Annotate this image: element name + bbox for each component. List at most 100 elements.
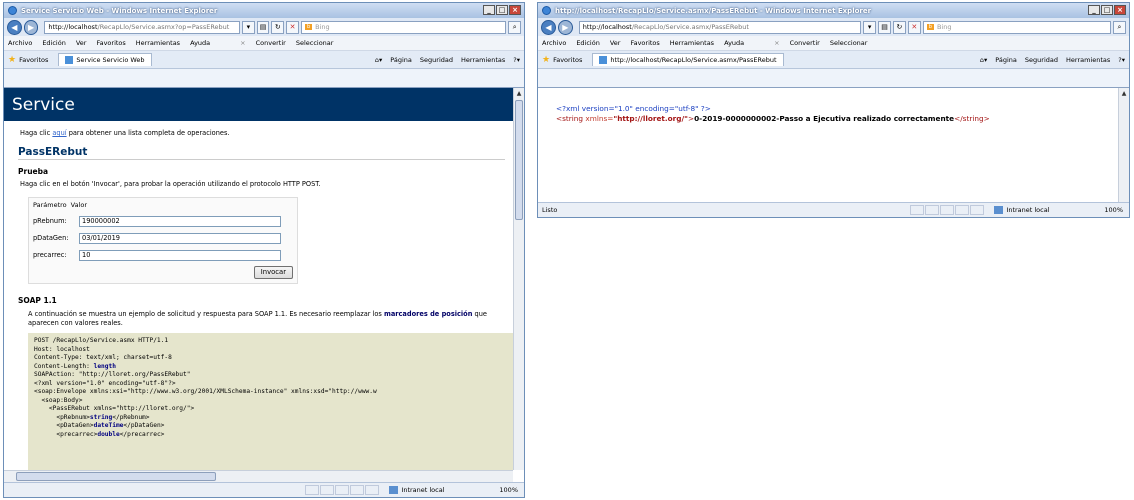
soap-text: A continuación se muestra un ejemplo de … (28, 310, 513, 328)
scroll-thumb[interactable] (16, 472, 216, 481)
security-zone: Intranet local (389, 486, 479, 494)
forward-button[interactable]: ▶ (557, 19, 573, 35)
code-line: POST /RecapLlo/Service.asmx HTTP/1.1 (34, 337, 169, 344)
menu-edicion[interactable]: Edición (42, 39, 66, 47)
menu-archivo[interactable]: Archivo (8, 39, 32, 47)
search-placeholder: Bing (936, 23, 952, 31)
menu-ver[interactable]: Ver (610, 39, 621, 47)
operations-link[interactable]: aquí (52, 129, 66, 137)
minimize-button[interactable]: _ (1088, 5, 1100, 15)
xml-attr-name: xmlns= (585, 114, 614, 123)
seleccionar-button[interactable]: Seleccionar (830, 39, 868, 47)
menu-ver[interactable]: Ver (76, 39, 87, 47)
invoke-button[interactable]: Invocar (253, 266, 293, 279)
address-bar[interactable]: http://localhost/RecapLlo/Service.asmx?o… (44, 20, 240, 34)
close-toolbar-icon[interactable]: × (774, 39, 779, 47)
home-icon[interactable]: ⌂▾ (980, 56, 987, 64)
help-icon[interactable]: ?▾ (1118, 56, 1125, 64)
code-line: <soap:Envelope xmlns:xsi="http://www.w3.… (34, 388, 377, 395)
convertir-button[interactable]: Convertir (256, 39, 286, 47)
menu-archivo[interactable]: Archivo (542, 39, 566, 47)
prebnum-input[interactable]: 190000002 (79, 216, 281, 227)
menu-pagina[interactable]: Página (390, 56, 412, 64)
menu-edicion[interactable]: Edición (576, 39, 600, 47)
close-button[interactable]: × (1114, 5, 1126, 15)
menu-herramientas-cmd[interactable]: Herramientas (1066, 56, 1110, 64)
ie-logo-icon (542, 6, 551, 15)
scroll-up-icon[interactable]: ▲ (514, 88, 524, 99)
menu-pagina[interactable]: Página (995, 56, 1017, 64)
code-text: </pDataGen> (123, 422, 165, 429)
soap-text-pre: A continuación se muestra un ejemplo de … (28, 310, 384, 318)
address-path: /RecapLlo/Service.asmx?op=PassERebut (97, 23, 230, 31)
scroll-up-icon[interactable]: ▲ (1119, 88, 1129, 99)
zoom-level[interactable]: 100% (499, 486, 518, 494)
maximize-button[interactable]: □ (1101, 5, 1113, 15)
convertir-button[interactable]: Convertir (790, 39, 820, 47)
tab-passerebut[interactable]: http://localhost/RecapLlo/Service.asmx/P… (592, 53, 784, 66)
tab-service[interactable]: Service Servicio Web (58, 53, 152, 66)
seleccionar-button[interactable]: Seleccionar (296, 39, 334, 47)
page-icon (65, 56, 74, 64)
favorites-button[interactable]: Favoritos (19, 56, 48, 64)
operation-title: PassERebut (18, 147, 505, 160)
close-button[interactable]: × (509, 5, 521, 15)
back-button[interactable]: ◀ (541, 19, 556, 35)
menu-herramientas[interactable]: Herramientas (136, 39, 180, 47)
menu-favoritos[interactable]: Favoritos (96, 39, 125, 47)
scroll-thumb[interactable] (515, 100, 523, 220)
precarrec-input[interactable]: 10 (79, 250, 281, 261)
home-icon[interactable]: ⌂▾ (375, 56, 382, 64)
menu-ayuda[interactable]: Ayuda (190, 39, 210, 47)
bing-icon: b (926, 24, 934, 30)
forward-button[interactable]: ▶ (23, 19, 39, 35)
address-bar[interactable]: http://localhost/RecapLlo/Service.asmx/P… (578, 20, 862, 34)
param-label: precarrec: (33, 251, 67, 259)
search-input[interactable]: b Bing (922, 20, 1112, 34)
search-icon[interactable]: ⌕ (1113, 20, 1126, 34)
status-bar: Listo Intranet local 100% (538, 202, 1129, 217)
placeholder-length: length (93, 362, 116, 370)
minimize-button[interactable]: _ (483, 5, 495, 15)
refresh-icon[interactable]: ↻ (892, 20, 906, 34)
favorites-button[interactable]: Favoritos (553, 56, 582, 64)
code-text: <precarrec> (34, 430, 98, 438)
maximize-button[interactable]: □ (496, 5, 508, 15)
stop-icon[interactable]: ✕ (907, 20, 921, 34)
menu-favoritos[interactable]: Favoritos (630, 39, 659, 47)
address-host: http://localhost (582, 23, 632, 31)
help-icon[interactable]: ?▾ (513, 56, 520, 64)
menu-herramientas-cmd[interactable]: Herramientas (461, 56, 505, 64)
page-header: Service (4, 88, 513, 121)
browser-window-left: Service Servicio Web - Windows Internet … (3, 2, 525, 498)
menu-ayuda[interactable]: Ayuda (724, 39, 744, 47)
compatibility-icon[interactable]: ▤ (256, 20, 270, 34)
zoom-level[interactable]: 100% (1104, 206, 1123, 214)
zone-label: Intranet local (401, 486, 445, 494)
code-text: </pRebnum> (112, 413, 150, 421)
dropdown-arrow-icon[interactable]: ▾ (863, 20, 877, 34)
placeholder-double: double (97, 430, 120, 438)
dropdown-arrow-icon[interactable]: ▾ (241, 20, 255, 34)
pdatagen-input[interactable]: 03/01/2019 (79, 233, 281, 244)
code-line: <?xml version="1.0" encoding="utf-8"?> (34, 379, 176, 387)
vertical-scrollbar[interactable]: ▲ (1118, 88, 1129, 202)
menu-seguridad[interactable]: Seguridad (420, 56, 453, 64)
vertical-scrollbar[interactable]: ▲ (513, 88, 524, 470)
tab-label: http://localhost/RecapLlo/Service.asmx/P… (610, 56, 777, 64)
back-button[interactable]: ◀ (7, 19, 22, 35)
param-header: Parámetro (33, 201, 67, 209)
search-input[interactable]: b Bing (300, 20, 507, 34)
xml-declaration: <?xml version="1.0" encoding="utf-8" ?> (556, 104, 711, 113)
code-line: <PassERebut xmlns="http://lloret.org/"> (34, 405, 195, 412)
refresh-icon[interactable]: ↻ (271, 20, 285, 34)
xml-open-tag: <string (556, 114, 586, 123)
search-icon[interactable]: ⌕ (508, 20, 522, 34)
menu-herramientas[interactable]: Herramientas (670, 39, 714, 47)
horizontal-scrollbar[interactable] (4, 470, 513, 482)
menu-seguridad[interactable]: Seguridad (1025, 56, 1058, 64)
soap-heading: SOAP 1.1 (18, 296, 57, 305)
compatibility-icon[interactable]: ▤ (878, 20, 891, 34)
stop-icon[interactable]: ✕ (286, 20, 299, 34)
close-toolbar-icon[interactable]: × (240, 39, 245, 47)
